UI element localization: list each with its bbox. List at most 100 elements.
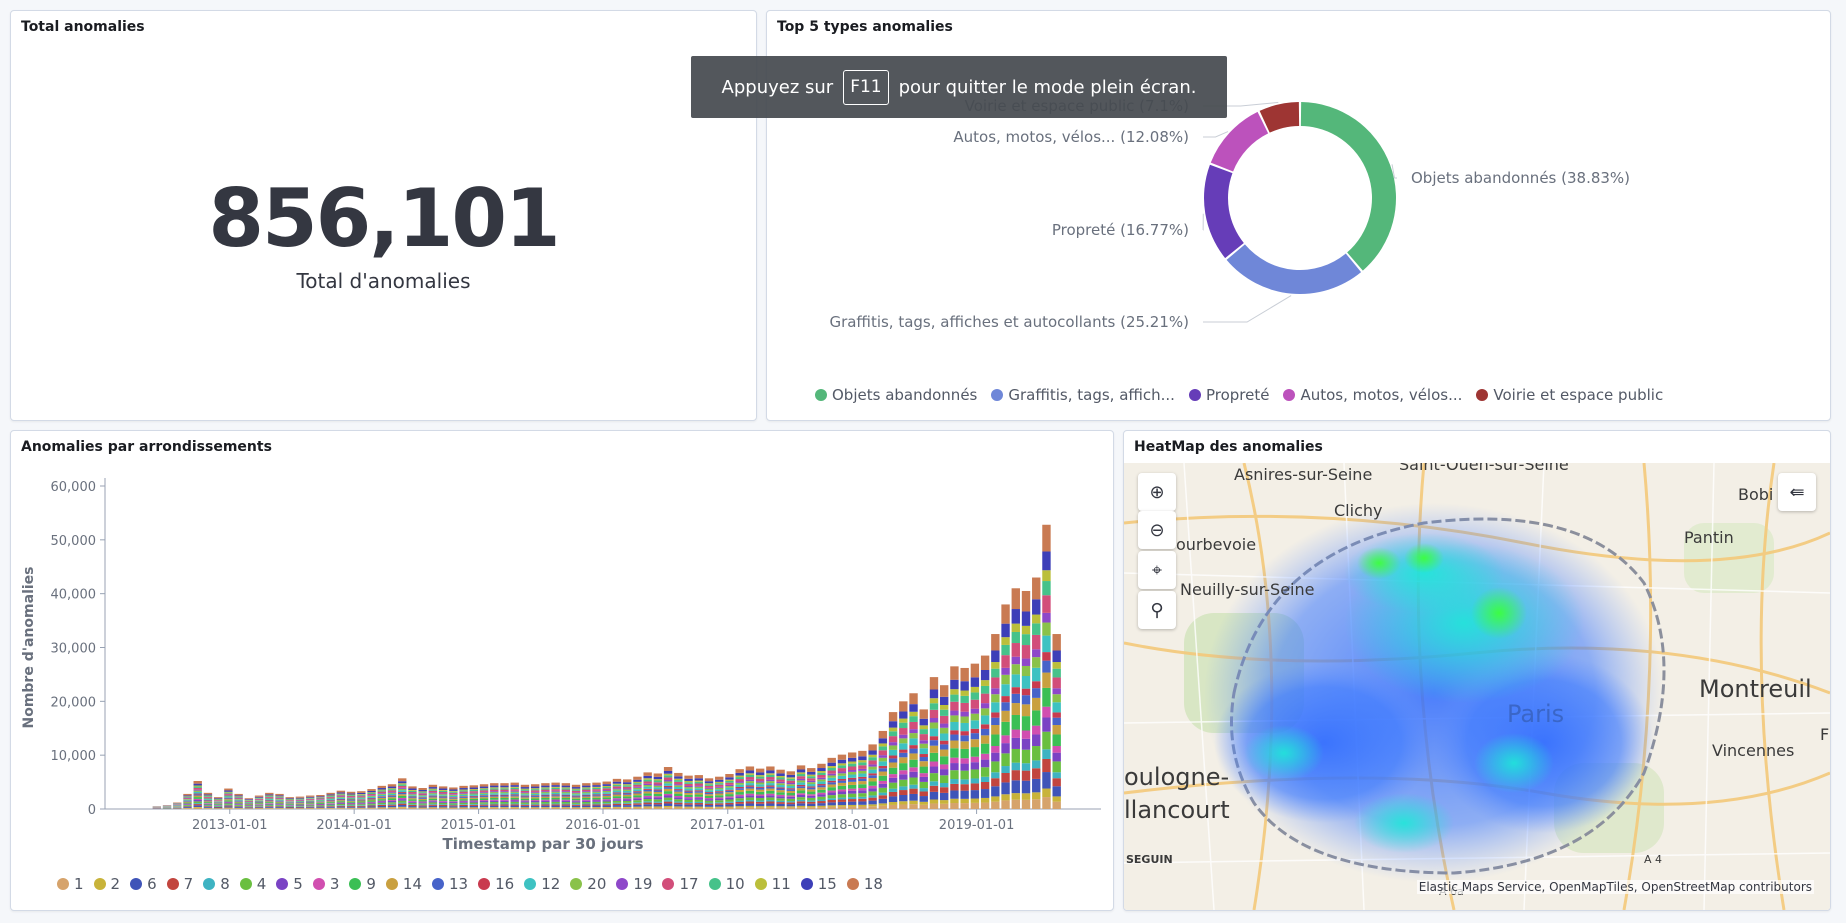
bar-segment[interactable]	[1001, 623, 1010, 638]
bar-segment[interactable]	[704, 795, 714, 798]
bar-segment[interactable]	[551, 796, 560, 798]
bar-segment[interactable]	[807, 776, 816, 779]
bar-segment[interactable]	[653, 802, 663, 805]
bar-segment[interactable]	[602, 786, 611, 789]
bar-segment[interactable]	[408, 806, 417, 808]
bar-stack[interactable]	[1011, 588, 1020, 809]
bar-segment[interactable]	[909, 729, 918, 734]
bar-stack[interactable]	[950, 666, 959, 809]
bar-segment[interactable]	[592, 789, 601, 791]
bar-segment[interactable]	[929, 761, 939, 767]
bar-segment[interactable]	[285, 799, 294, 801]
bar-segment[interactable]	[459, 807, 468, 809]
bar-segment[interactable]	[571, 796, 581, 798]
bar-segment[interactable]	[745, 779, 755, 782]
bar-segment[interactable]	[909, 753, 918, 760]
bar-segment[interactable]	[234, 803, 243, 805]
bar-segment[interactable]	[438, 804, 448, 806]
bar-segment[interactable]	[1021, 704, 1031, 717]
zoom-in-button[interactable]: ⊕	[1138, 473, 1176, 511]
bar-segment[interactable]	[715, 798, 724, 801]
bar-segment[interactable]	[888, 782, 898, 789]
bar-segment[interactable]	[244, 807, 254, 809]
bar-stack[interactable]	[991, 634, 1000, 809]
bar-segment[interactable]	[387, 795, 397, 797]
bar-segment[interactable]	[571, 790, 581, 793]
bar-segment[interactable]	[530, 784, 540, 787]
bar-segment[interactable]	[428, 784, 438, 788]
bar-segment[interactable]	[991, 772, 1000, 779]
bar-segment[interactable]	[796, 765, 806, 770]
bar-segment[interactable]	[490, 807, 499, 808]
bar-segment[interactable]	[295, 805, 305, 806]
bar-segment[interactable]	[745, 786, 755, 789]
bar-segment[interactable]	[520, 798, 530, 801]
bar-segment[interactable]	[847, 766, 857, 770]
bar-segment[interactable]	[1001, 766, 1010, 773]
bar-segment[interactable]	[336, 805, 346, 807]
bar-segment[interactable]	[827, 799, 836, 803]
bar-segment[interactable]	[909, 693, 918, 705]
bar-segment[interactable]	[694, 781, 703, 784]
bar-segment[interactable]	[868, 764, 877, 767]
bar-segment[interactable]	[827, 775, 836, 778]
bar-segment[interactable]	[254, 802, 264, 804]
bar-segment[interactable]	[735, 772, 744, 776]
bar-segment[interactable]	[326, 797, 335, 799]
bar-segment[interactable]	[551, 786, 560, 788]
bar-segment[interactable]	[827, 784, 836, 788]
bar-segment[interactable]	[919, 788, 928, 792]
bar-segment[interactable]	[326, 808, 335, 809]
bar-segment[interactable]	[602, 799, 611, 801]
bar-segment[interactable]	[428, 796, 438, 798]
bar-segment[interactable]	[275, 804, 284, 805]
bar-segment[interactable]	[582, 792, 591, 794]
bar-segment[interactable]	[940, 696, 949, 705]
bar-segment[interactable]	[755, 791, 765, 795]
bar-stack[interactable]	[755, 768, 765, 809]
bar-segment[interactable]	[224, 798, 233, 800]
bar-segment[interactable]	[694, 799, 703, 802]
bar-segment[interactable]	[807, 807, 816, 809]
bar-segment[interactable]	[520, 802, 530, 804]
bar-segment[interactable]	[868, 795, 877, 798]
bar-stack[interactable]	[306, 795, 315, 809]
bar-segment[interactable]	[224, 788, 233, 791]
bar-segment[interactable]	[316, 798, 325, 800]
bar-segment[interactable]	[1021, 738, 1031, 750]
bar-segment[interactable]	[592, 801, 601, 804]
bar-segment[interactable]	[592, 805, 601, 808]
bar-segment[interactable]	[796, 801, 806, 804]
bar-segment[interactable]	[735, 777, 744, 780]
bar-stack[interactable]	[837, 754, 847, 809]
bar-segment[interactable]	[224, 802, 233, 804]
bar-segment[interactable]	[316, 797, 325, 798]
bar-segment[interactable]	[602, 807, 611, 809]
bar-segment[interactable]	[735, 801, 744, 804]
bar-segment[interactable]	[183, 807, 192, 808]
bar-segment[interactable]	[725, 799, 734, 802]
bar-segment[interactable]	[950, 757, 959, 764]
bar-segment[interactable]	[418, 804, 427, 806]
bar-segment[interactable]	[633, 779, 642, 782]
bar-segment[interactable]	[674, 790, 683, 792]
bar-stack[interactable]	[602, 781, 611, 809]
bar-segment[interactable]	[224, 807, 233, 809]
bar-segment[interactable]	[224, 795, 233, 797]
bar-segment[interactable]	[428, 787, 438, 789]
bar-segment[interactable]	[469, 800, 479, 802]
bar-segment[interactable]	[357, 797, 366, 799]
bar-segment[interactable]	[755, 807, 765, 809]
bar-segment[interactable]	[418, 805, 427, 807]
legend-item[interactable]: 2	[93, 875, 120, 893]
bar-segment[interactable]	[285, 806, 294, 808]
bar-segment[interactable]	[1021, 634, 1031, 646]
bar-segment[interactable]	[592, 795, 601, 797]
bar-segment[interactable]	[561, 785, 571, 788]
bar-segment[interactable]	[571, 787, 581, 789]
bar-segment[interactable]	[653, 779, 663, 781]
bar-segment[interactable]	[674, 793, 683, 797]
bar-segment[interactable]	[684, 788, 693, 791]
bar-segment[interactable]	[449, 794, 458, 796]
legend-item[interactable]: 5	[276, 875, 303, 893]
